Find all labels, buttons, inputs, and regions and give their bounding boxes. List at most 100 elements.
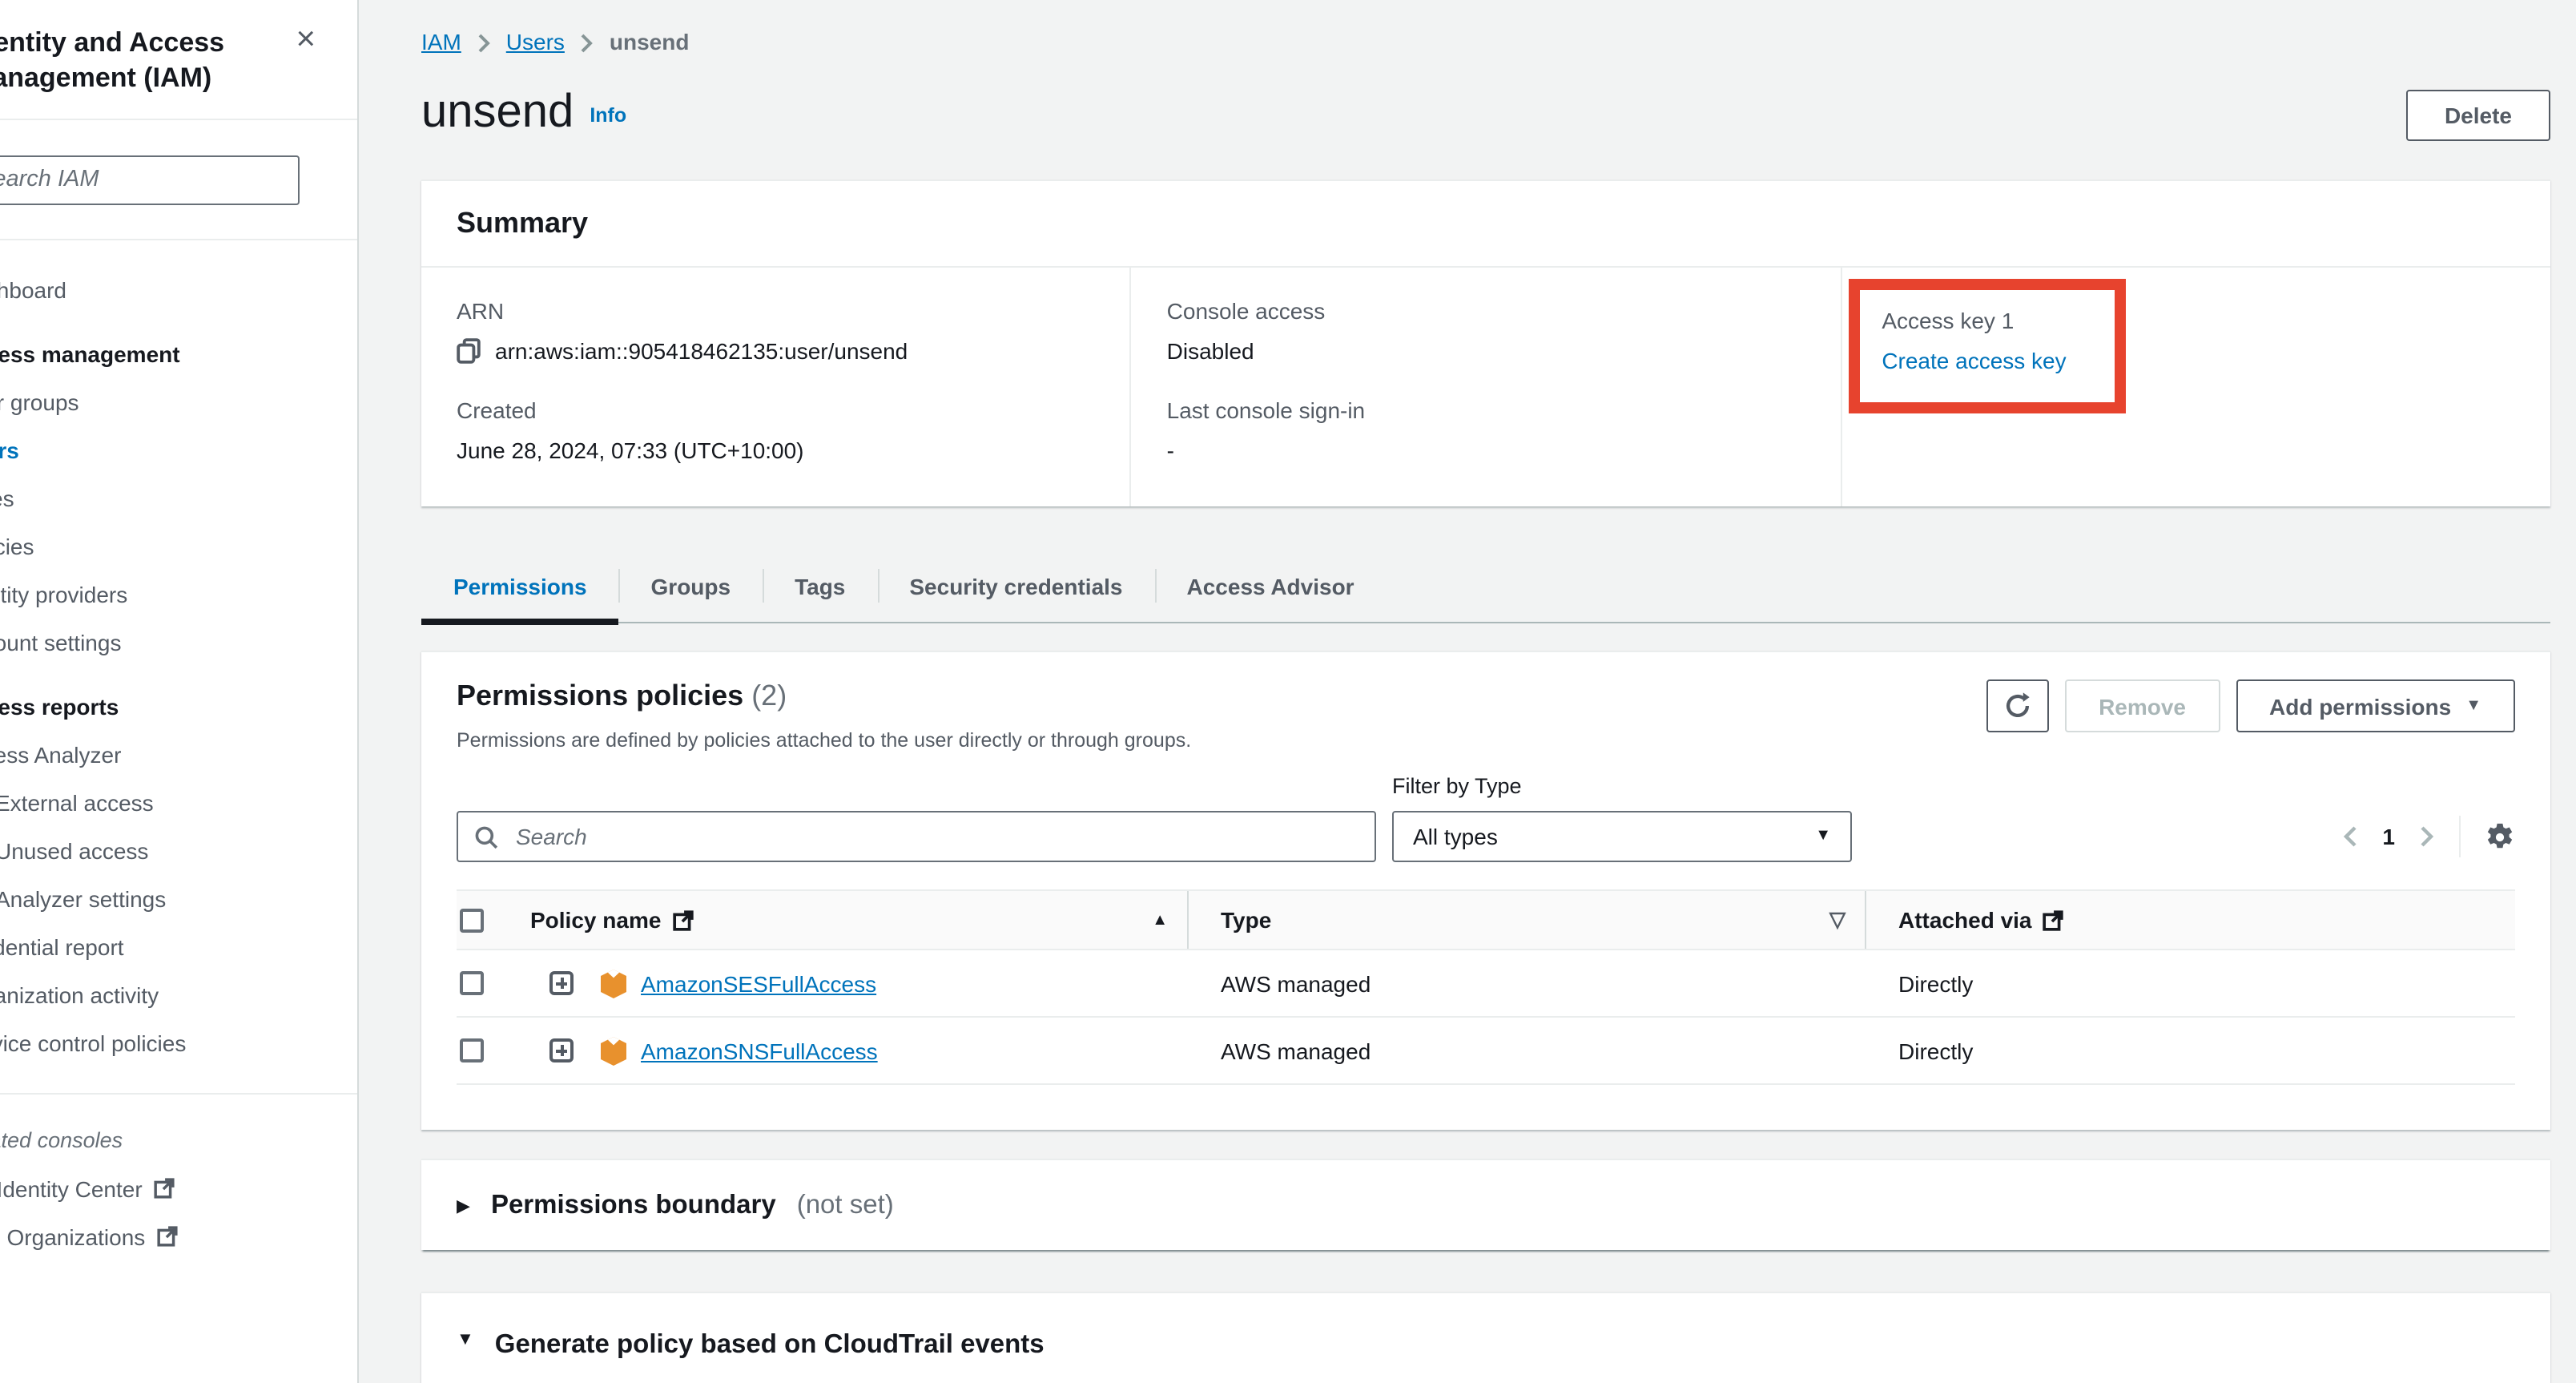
sidebar-item-external-access[interactable]: External access <box>0 779 357 827</box>
collapse-section-icon: ▼ <box>457 1330 474 1349</box>
summary-column-1: ARN arn:aws:iam::905418462135:user/unsen… <box>421 268 1130 506</box>
permissions-panel-header: Permissions policies (2) Permissions are… <box>421 652 2550 752</box>
sidebar-divider <box>0 1093 357 1095</box>
policy-search-input[interactable] <box>513 822 1358 851</box>
tab-access-advisor[interactable]: Access Advisor <box>1155 554 1387 623</box>
sidebar-item-roles[interactable]: Roles <box>0 474 357 522</box>
policy-search-box <box>457 811 1376 862</box>
access-key-highlight-box: Access key 1 Create access key <box>1848 279 2125 413</box>
tab-security-credentials[interactable]: Security credentials <box>877 554 1154 623</box>
sidebar-item-policies[interactable]: Policies <box>0 522 357 571</box>
policy-link[interactable]: AmazonSESFullAccess <box>641 970 876 996</box>
sidebar-section-access-management[interactable]: Access management <box>0 330 357 378</box>
managed-policy-icon <box>601 969 626 998</box>
last-signin-value: - <box>1167 437 1174 463</box>
expand-row-icon[interactable] <box>549 971 574 995</box>
permissions-policies-title: Permissions policies (2) <box>457 679 1191 713</box>
arn-label: ARN <box>457 298 1095 324</box>
search-iam-input[interactable] <box>0 166 282 195</box>
detail-tabs: Permissions Groups Tags Security credent… <box>421 554 2550 623</box>
sidebar-item-unused-access[interactable]: Unused access <box>0 827 357 875</box>
expand-row-icon[interactable] <box>549 1038 574 1062</box>
summary-body: ARN arn:aws:iam::905418462135:user/unsen… <box>421 268 2550 506</box>
permissions-boundary-section[interactable]: ▶ Permissions boundary (not set) <box>421 1159 2550 1250</box>
arn-field: ARN arn:aws:iam::905418462135:user/unsen… <box>457 298 1095 364</box>
sidebar-item-users[interactable]: Users <box>0 426 357 474</box>
refresh-button[interactable] <box>1986 679 2049 732</box>
sidebar-item-access-analyzer[interactable]: Access Analyzer <box>0 731 357 779</box>
aws-iam-console: Identity and Access Management (IAM) × D… <box>0 0 2576 1383</box>
sidebar-item-account-settings[interactable]: Account settings <box>0 619 357 667</box>
page-number[interactable]: 1 <box>2382 824 2395 849</box>
add-permissions-button[interactable]: Add permissions ▼ <box>2236 679 2515 732</box>
generate-policy-section[interactable]: ▼ Generate policy based on CloudTrail ev… <box>421 1292 2550 1383</box>
sidebar-item-organization-activity[interactable]: Organization activity <box>0 971 357 1019</box>
panel-actions: Remove Add permissions ▼ <box>1986 679 2515 732</box>
create-access-key-link[interactable]: Create access key <box>1882 348 2114 373</box>
attached-via-header[interactable]: Attached via <box>1898 907 2032 933</box>
permissions-title-block: Permissions policies (2) Permissions are… <box>457 679 1191 752</box>
type-filter-select[interactable]: All types ▼ <box>1392 811 1852 862</box>
summary-column-2: Console access Disabled Last console sig… <box>1130 268 1841 506</box>
generate-policy-title: Generate policy based on CloudTrail even… <box>495 1330 1044 1361</box>
filter-row: Filter by Type All types ▼ 1 <box>421 752 2550 862</box>
sidebar-item-credential-report[interactable]: Credential report <box>0 923 357 971</box>
sidebar-header: Identity and Access Management (IAM) × <box>0 0 357 120</box>
page-title: unsend <box>421 87 574 138</box>
permissions-policies-label: Permissions policies <box>457 679 743 712</box>
settings-gear-icon[interactable] <box>2485 821 2515 852</box>
external-link-icon <box>672 909 693 930</box>
remove-button[interactable]: Remove <box>2065 679 2220 732</box>
page-header: unsend Info Delete <box>421 87 2550 141</box>
previous-page-icon[interactable] <box>2342 825 2358 848</box>
sidebar-item-identity-providers[interactable]: Identity providers <box>0 571 357 619</box>
breadcrumb-iam[interactable]: IAM <box>421 29 461 54</box>
tab-tags[interactable]: Tags <box>763 554 877 623</box>
copy-icon[interactable] <box>457 338 481 364</box>
last-signin-field: Last console sign-in - <box>1167 397 1805 463</box>
info-link[interactable]: Info <box>590 104 626 127</box>
arn-value: arn:aws:iam::905418462135:user/unsend <box>495 338 908 364</box>
select-all-checkbox[interactable] <box>460 908 484 932</box>
add-permissions-label: Add permissions <box>2269 693 2451 719</box>
summary-column-3: Access key 1 Create access key <box>1840 268 2550 506</box>
sidebar-item-user-groups[interactable]: User groups <box>0 378 357 426</box>
type-header[interactable]: Type <box>1221 907 1271 933</box>
row-checkbox[interactable] <box>460 971 484 995</box>
caret-down-icon: ▼ <box>1815 829 1831 845</box>
breadcrumb-users[interactable]: Users <box>506 29 565 54</box>
sidebar-search <box>0 155 300 205</box>
sort-ascending-icon[interactable]: ▲ <box>1152 911 1168 929</box>
created-field: Created June 28, 2024, 07:33 (UTC+10:00) <box>457 397 1095 463</box>
policies-table: Policy name ▲ Type ▽ Attached via <box>457 889 2515 1085</box>
managed-policy-icon <box>601 1036 626 1065</box>
sidebar-item-dashboard[interactable]: Dashboard <box>0 266 357 314</box>
pagination-divider <box>2459 816 2461 857</box>
external-link-icon <box>156 1227 177 1248</box>
sidebar-item-label: AWS Organizations <box>0 1224 145 1250</box>
sidebar-item-aws-organizations[interactable]: AWS Organizations <box>0 1213 357 1261</box>
summary-panel: Summary ARN arn:aws:iam::905418462135:us… <box>421 179 2550 506</box>
sidebar-item-analyzer-settings[interactable]: Analyzer settings <box>0 875 357 923</box>
table-header-row: Policy name ▲ Type ▽ Attached via <box>457 889 2515 950</box>
policy-name-header[interactable]: Policy name <box>530 907 661 933</box>
tab-groups[interactable]: Groups <box>619 554 763 623</box>
tab-permissions[interactable]: Permissions <box>421 554 619 623</box>
main-content: IAM Users unsend unsend Info Delete Summ… <box>359 0 2576 1383</box>
next-page-icon[interactable] <box>2419 825 2435 848</box>
iam-user-page: Identity and Access Management (IAM) × D… <box>0 0 2576 1383</box>
refresh-icon <box>2004 692 2031 720</box>
sidebar-item-iam-identity-center[interactable]: IAM Identity Center <box>0 1165 357 1213</box>
row-checkbox[interactable] <box>460 1038 484 1062</box>
expand-section-icon: ▶ <box>457 1195 470 1216</box>
delete-button[interactable]: Delete <box>2406 90 2550 141</box>
sidebar-item-service-control-policies[interactable]: Service control policies <box>0 1019 357 1067</box>
filter-icon[interactable]: ▽ <box>1829 907 1845 933</box>
policy-link[interactable]: AmazonSNSFullAccess <box>641 1038 878 1063</box>
external-link-icon <box>154 1179 175 1200</box>
breadcrumb-current: unsend <box>610 29 690 54</box>
type-filter-value: All types <box>1413 824 1498 849</box>
sidebar-section-access-reports[interactable]: Access reports <box>0 683 357 731</box>
access-key-label: Access key 1 <box>1882 308 2114 333</box>
close-icon[interactable]: × <box>296 22 316 56</box>
